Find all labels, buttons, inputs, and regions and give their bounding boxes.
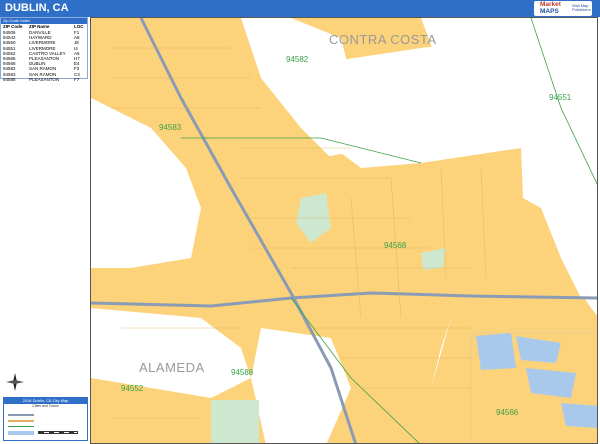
legend-subtitle: Cities and Towns bbox=[32, 404, 59, 408]
zip-index-cell: PLEASANTON bbox=[28, 76, 60, 82]
county-label-contra-costa: CONTRA COSTA bbox=[329, 32, 437, 47]
zip-index-row: 94550 LIVERMORE J8 bbox=[1, 40, 87, 45]
zip-label-94588: 94588 bbox=[231, 368, 254, 377]
zip-index-cell: 94588 bbox=[3, 76, 16, 82]
map-frame[interactable]: 94582 94551 94583 94568 94588 94552 9456… bbox=[90, 17, 598, 444]
zip-index-table: ZIP Code ZIP Name LOC 94506 DANVILLE F1 945… bbox=[1, 24, 87, 82]
compass-rose-icon bbox=[6, 373, 24, 391]
brand-logo: Market MAPS Wall Map Publishers bbox=[534, 1, 592, 16]
park-south bbox=[211, 400, 259, 443]
water-body-4 bbox=[561, 403, 597, 428]
zip-label-94568: 94568 bbox=[384, 241, 407, 250]
zip-label-94552: 94552 bbox=[121, 384, 144, 393]
brand-line-2: MAPS bbox=[540, 8, 559, 15]
zip-label-94582: 94582 bbox=[286, 55, 309, 64]
zip-label-94583: 94583 bbox=[159, 123, 182, 132]
scale-bar bbox=[38, 431, 78, 434]
map-canvas bbox=[91, 18, 597, 443]
zip-label-94551: 94551 bbox=[549, 93, 572, 102]
zip-index-panel: Zip Code Index ZIP Code ZIP Name LOC 945… bbox=[0, 17, 88, 82]
water-body-1 bbox=[476, 333, 516, 370]
legend-highway-swatch bbox=[8, 414, 34, 416]
zip-index-row: 94582 SAN RAMON F2 bbox=[1, 66, 87, 71]
zip-label-94566: 94566 bbox=[496, 408, 519, 417]
brand-line-1: Market bbox=[540, 1, 561, 8]
zip-index-row: 94588 PLEASANTON F7 bbox=[1, 77, 87, 82]
legend-water-swatch bbox=[8, 431, 34, 435]
legend-road-swatch bbox=[8, 420, 34, 422]
legend-zip-boundary-swatch bbox=[8, 426, 34, 427]
legend-panel: 2016 Dublin, CA City Map Cities and Town… bbox=[3, 397, 88, 441]
title-bar: DUBLIN, CA Market MAPS Wall Map Publishe… bbox=[0, 0, 600, 17]
brand-tagline: Wall Map Publishers bbox=[572, 3, 591, 12]
county-label-alameda: ALAMEDA bbox=[139, 360, 205, 375]
zip-index-cell: F7 bbox=[74, 76, 80, 82]
map-title: DUBLIN, CA bbox=[5, 2, 69, 14]
